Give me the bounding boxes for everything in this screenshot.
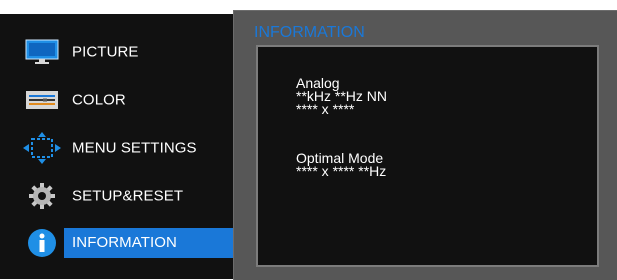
- panel-title: INFORMATION: [254, 24, 365, 41]
- optimal-mode-value: **** x **** **Hz: [296, 163, 387, 179]
- menu-item-picture[interactable]: PICTURE: [0, 30, 236, 74]
- optimal-mode-info: Optimal Mode **** x **** **Hz: [296, 151, 387, 179]
- main-menu: PICTURE COLOR MENU SETTINGS SETUP&RESET …: [0, 14, 236, 279]
- information-box: Analog **kHz **Hz NN **** x **** Optimal…: [256, 45, 599, 267]
- menu-item-label: MENU SETTINGS: [72, 139, 197, 157]
- monitor-icon: [22, 35, 62, 69]
- gear-icon: [22, 179, 62, 213]
- signal-info: Analog **kHz **Hz NN **** x ****: [296, 76, 387, 117]
- osd-menu: PICTURE COLOR MENU SETTINGS SETUP&RESET …: [0, 0, 617, 280]
- menu-item-menu-settings[interactable]: MENU SETTINGS: [0, 126, 236, 170]
- menu-item-color[interactable]: COLOR: [0, 78, 236, 122]
- color-sliders-icon: [22, 83, 62, 117]
- menu-item-label: PICTURE: [72, 43, 139, 61]
- resolution-text: **** x ****: [296, 101, 355, 117]
- menu-item-label: SETUP&RESET: [72, 187, 184, 205]
- move-arrows-icon: [22, 131, 62, 165]
- menu-item-information[interactable]: INFORMATION: [0, 221, 236, 265]
- menu-item-label: INFORMATION: [64, 228, 234, 258]
- menu-item-label: COLOR: [72, 91, 126, 109]
- information-panel: INFORMATION Analog **kHz **Hz NN **** x …: [233, 10, 617, 280]
- info-icon: [22, 226, 62, 260]
- menu-item-setup-reset[interactable]: SETUP&RESET: [0, 174, 236, 218]
